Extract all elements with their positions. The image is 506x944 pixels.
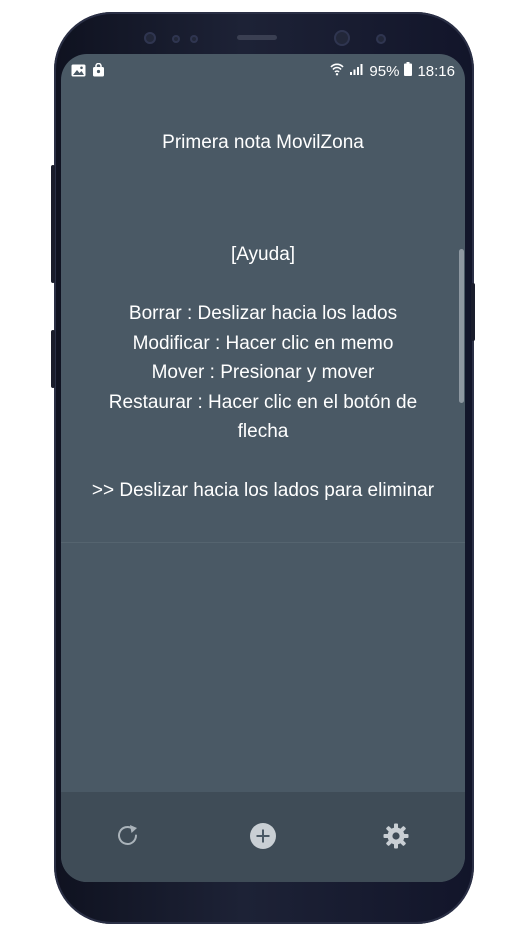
memo-line <box>81 270 445 300</box>
front-camera <box>334 30 350 46</box>
signal-icon <box>349 62 364 80</box>
sensor-dot <box>190 35 198 43</box>
memo-line: Modificar : Hacer clic en memo <box>132 332 394 354</box>
memo-card[interactable]: Primera nota MovilZona [Ayuda] Borrar : … <box>61 88 465 543</box>
earpiece <box>237 35 277 40</box>
scrollbar[interactable] <box>459 249 464 403</box>
settings-icon <box>382 822 410 855</box>
memo-line: [Ayuda] <box>230 244 296 265</box>
memo-line: >> Deslizar hacia los lados para elimina… <box>91 480 435 501</box>
restore-button[interactable] <box>108 818 148 858</box>
gallery-icon <box>71 64 86 81</box>
bixby-button <box>51 330 55 388</box>
memo-line <box>81 447 445 477</box>
sensor-dot <box>144 32 156 44</box>
bottom-toolbar <box>61 792 465 882</box>
sensor-dot <box>376 34 386 44</box>
settings-button[interactable] <box>376 818 416 858</box>
battery-text: 95% <box>369 62 400 80</box>
status-bar: 95% 18:16 <box>61 54 465 88</box>
memo-line: Mover : Presionar y mover <box>151 362 375 383</box>
wifi-icon <box>330 62 345 80</box>
power-button <box>471 283 475 341</box>
memo-body: [Ayuda] Borrar : Deslizar hacia los lado… <box>81 240 445 506</box>
clock: 18:16 <box>417 62 455 80</box>
memo-line: Borrar : Deslizar hacia los lados <box>128 303 398 324</box>
volume-button <box>51 165 55 283</box>
screen: 95% 18:16 Primera nota MovilZona [Ayuda]… <box>61 54 465 882</box>
memo-line: flecha <box>237 421 289 442</box>
memo-line: Restaurar : Hacer clic en el botón de <box>108 391 418 413</box>
shopping-bag-icon <box>92 62 105 81</box>
status-left-icons <box>71 62 105 81</box>
add-icon <box>249 822 277 855</box>
memo-title: Primera nota MovilZona <box>162 132 364 153</box>
add-memo-button[interactable] <box>243 818 283 858</box>
status-right-icons: 95% 18:16 <box>330 62 455 80</box>
battery-icon <box>404 62 413 80</box>
restore-icon <box>114 822 142 855</box>
sensor-dot <box>172 35 180 43</box>
